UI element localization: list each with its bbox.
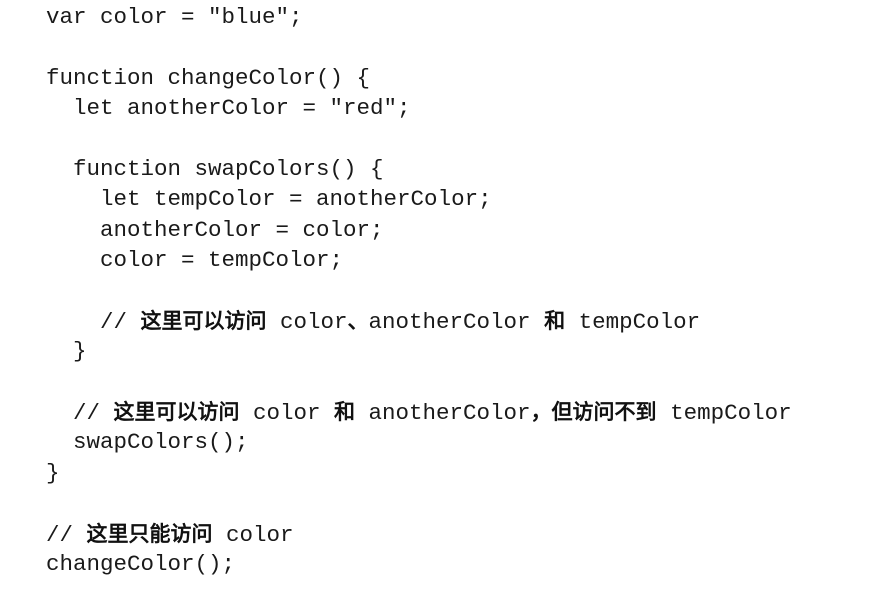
- code-comment-global-scope: // 这里只能访问 color: [46, 520, 294, 548]
- comment-cjk-text: 和: [334, 399, 356, 425]
- code-line-15: swapColors();: [46, 429, 249, 456]
- comment-cjk-text: ，但访问不到: [530, 399, 657, 425]
- code-line-12: }: [46, 338, 87, 365]
- comment-cjk-text: 和: [544, 307, 566, 333]
- comment-cjk-text: 这里可以访问: [140, 307, 267, 333]
- code-line-16: }: [46, 459, 60, 486]
- comment-cjk-text: 这里可以访问: [113, 399, 240, 425]
- code-listing: var color = "blue"; function changeColor(…: [46, 2, 792, 579]
- code-line-9: color = tempColor;: [46, 247, 344, 274]
- code-line-1: var color = "blue";: [46, 4, 303, 30]
- code-line-6: function swapColors() {: [46, 155, 384, 182]
- comment-cjk-text: 这里只能访问: [86, 520, 213, 546]
- comment-cjk-text: 、: [347, 307, 369, 333]
- code-line-4: let anotherColor = "red";: [46, 95, 411, 122]
- code-comment-function-scope: // 这里可以访问 color 和 anotherColor，但访问不到 tem…: [46, 399, 792, 427]
- code-comment-inner-scope: // 这里可以访问 color、anotherColor 和 tempColor: [46, 307, 701, 335]
- code-line-8: anotherColor = color;: [46, 216, 384, 243]
- code-line-7: let tempColor = anotherColor;: [46, 186, 492, 213]
- code-line-19: changeColor();: [46, 551, 236, 578]
- code-line-3: function changeColor() {: [46, 64, 371, 91]
